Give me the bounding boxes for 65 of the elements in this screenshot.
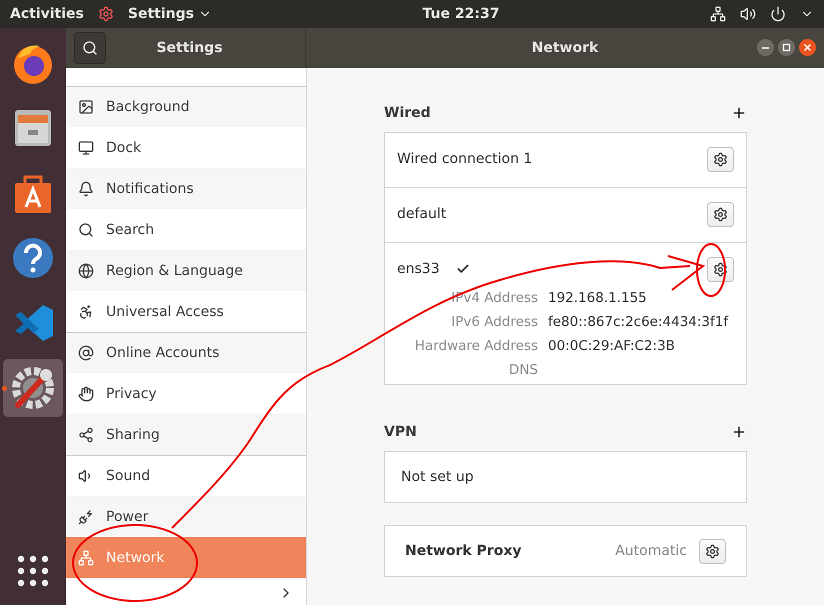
connection-row[interactable]: default xyxy=(385,188,746,240)
connection-row[interactable]: Wired connection 1 xyxy=(385,133,746,185)
detail-label: IPv6 Address xyxy=(450,314,538,330)
detail-value: 192.168.1.155 xyxy=(548,290,648,306)
globe-icon xyxy=(78,262,94,278)
vpn-status: Not set up xyxy=(401,469,474,485)
speaker-icon[interactable] xyxy=(740,6,756,22)
add-icon[interactable] xyxy=(731,424,747,440)
gear-icon xyxy=(713,262,728,276)
close-button[interactable] xyxy=(799,39,816,56)
sidebar-title: Settings xyxy=(155,40,224,56)
at-sign-icon xyxy=(78,345,94,361)
hand-icon xyxy=(78,386,94,402)
connection-name: ens33 xyxy=(397,261,440,277)
detail-label: Hardware Address xyxy=(414,338,538,354)
network-icon[interactable] xyxy=(710,6,726,22)
maximize-button[interactable] xyxy=(778,39,795,56)
sidebar-item[interactable]: Power xyxy=(66,496,306,537)
connection-name: default xyxy=(397,206,446,222)
settings-button[interactable] xyxy=(707,202,734,226)
sidebar-item[interactable]: Region & Language xyxy=(66,250,306,291)
close-icon xyxy=(803,43,812,52)
settings-button[interactable] xyxy=(699,538,726,564)
detail-value: 00:0C:29:AF:C2:3B xyxy=(548,338,676,354)
window-title: Network xyxy=(532,40,598,56)
picture-icon xyxy=(78,99,94,115)
app-menu[interactable]: Settings xyxy=(128,6,194,22)
clock[interactable]: Tue 22:37 xyxy=(422,6,500,22)
person-icon xyxy=(78,304,94,320)
running-indicator xyxy=(2,386,7,391)
sidebar-item[interactable]: Sharing xyxy=(66,414,306,455)
bell-icon xyxy=(78,180,94,196)
proxy-card[interactable]: Network Proxy Automatic xyxy=(384,525,747,577)
settings-button[interactable] xyxy=(707,146,734,172)
detail-label: DNS xyxy=(508,362,538,378)
monitor-icon xyxy=(78,140,94,156)
sidebar-item[interactable]: Background xyxy=(66,86,306,127)
gear-wrench-icon xyxy=(10,365,56,411)
add-icon[interactable] xyxy=(731,105,747,121)
section-title: Wired xyxy=(384,105,431,121)
settings-button[interactable] xyxy=(707,256,734,282)
gear-icon xyxy=(713,206,728,222)
connection-name: Wired connection 1 xyxy=(397,151,532,167)
power-icon[interactable] xyxy=(770,6,786,22)
plug-icon xyxy=(78,508,94,524)
help-icon xyxy=(11,236,55,280)
search-button[interactable] xyxy=(74,32,106,64)
gear-icon xyxy=(713,152,728,166)
network-icon xyxy=(78,550,94,566)
proxy-label: Network Proxy xyxy=(405,543,522,559)
share-icon xyxy=(78,426,94,442)
detail-value: fe80::867c:2c6e:4434:3f1f xyxy=(548,314,730,330)
minimize-button[interactable] xyxy=(757,39,774,56)
annotation-circle xyxy=(696,243,726,297)
app-grid-icon[interactable] xyxy=(17,555,49,587)
sidebar-item[interactable]: Online Accounts xyxy=(66,332,306,373)
proxy-value: Automatic xyxy=(615,543,687,559)
search-icon xyxy=(78,222,94,238)
maximize-icon xyxy=(782,43,791,52)
sidebar-item[interactable]: Notifications xyxy=(66,168,306,209)
section-title: VPN xyxy=(384,424,417,440)
gear-icon xyxy=(705,544,720,558)
gear-icon xyxy=(98,6,114,22)
search-icon xyxy=(82,40,98,56)
activities-button[interactable]: Activities xyxy=(10,6,84,22)
